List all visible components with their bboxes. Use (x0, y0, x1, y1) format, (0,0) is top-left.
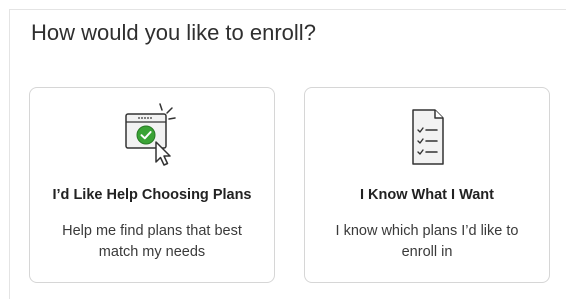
card-title: I Know What I Want (360, 187, 494, 203)
card-description: I know which plans I’d like to enroll in (335, 223, 519, 260)
enroll-panel: How would you like to enroll? I’d Like H… (9, 9, 566, 299)
card-description: Help me find plans that best match my ne… (62, 223, 242, 260)
help-choosing-plans-card[interactable]: I’d Like Help Choosing Plans Help me fin… (29, 87, 275, 283)
cursor-click-check-icon (112, 102, 192, 172)
checklist-document-icon (387, 102, 467, 172)
page-title: How would you like to enroll? (31, 20, 316, 45)
card-title: I’d Like Help Choosing Plans (52, 187, 252, 203)
know-what-i-want-card[interactable]: I Know What I Want I know which plans I’… (304, 87, 550, 283)
